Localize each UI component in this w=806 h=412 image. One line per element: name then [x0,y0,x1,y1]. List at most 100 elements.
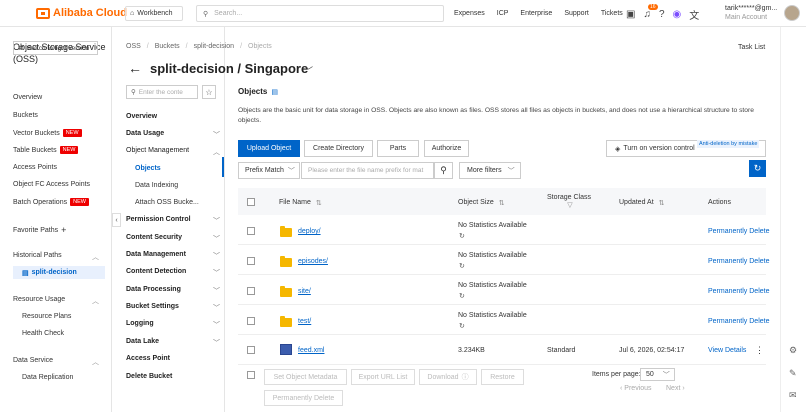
restore-button[interactable]: Restore [481,369,524,385]
permanently-delete-link[interactable]: Permanently Delete [708,288,769,295]
permanently-delete-button[interactable]: Permanently Delete [264,390,343,406]
file-name-link[interactable]: deploy/ [298,228,321,235]
sort-icon[interactable]: ⇅ [499,199,505,207]
chevron-down-icon[interactable]: ﹀ [213,251,220,261]
chevron-up-icon[interactable]: ︿ [92,296,99,306]
favorite-star-icon[interactable]: ☆ [202,85,216,99]
nav-delete-bucket[interactable]: Delete Bucket [126,373,172,380]
bell-icon[interactable]: ♫ [643,9,651,20]
permanently-delete-link[interactable]: Permanently Delete [708,318,769,325]
prefix-match-select[interactable]: Prefix Match ﹀ [238,162,300,179]
header-storage-class[interactable]: Storage Class ▽ [547,194,591,209]
doc-icon[interactable]: ▤ [271,88,278,96]
refresh-icon[interactable]: ↻ [459,262,465,270]
sidebar-item-health-check[interactable]: Health Check [22,330,64,337]
sidebar-item-table-buckets[interactable]: Table Buckets NEW [13,146,79,154]
sidebar-item-favorite-paths[interactable]: Favorite Paths + [13,225,66,235]
nav-enterprise[interactable]: Enterprise [520,10,552,17]
row-checkbox[interactable] [247,287,255,295]
row-checkbox[interactable] [247,317,255,325]
sort-icon[interactable]: ⇅ [316,199,322,207]
set-object-metadata-button[interactable]: Set Object Metadata [264,369,347,385]
export-url-list-button[interactable]: Export URL List [351,369,415,385]
nav-tickets[interactable]: Tickets [601,10,623,17]
nav-objects[interactable]: Objects [135,165,161,172]
chevron-down-icon[interactable]: ﹀ [213,338,220,348]
prefix-search-input[interactable]: Please enter the file name prefix for ma… [301,162,434,179]
breadcrumb-buckets[interactable]: Buckets [155,43,180,50]
refresh-icon[interactable]: ↻ [749,160,766,177]
sidebar-item-data-replication[interactable]: Data Replication [22,374,73,381]
megaphone-icon[interactable]: ✉ [789,390,797,401]
user-menu[interactable]: tarik******@gm... Main Account [725,4,777,22]
nav-logging[interactable]: Logging [126,320,154,327]
sidebar-item-resource-plans[interactable]: Resource Plans [22,313,71,320]
page-size-select[interactable]: 50 ﹀ [640,368,675,381]
nav-data-indexing[interactable]: Data Indexing [135,182,178,189]
ai-assistant-icon[interactable]: ◉ [673,9,682,20]
refresh-icon[interactable]: ↻ [459,232,465,240]
chevron-down-icon[interactable]: ﹀ [213,234,220,244]
sidebar-item-historical-paths[interactable]: Historical Paths [13,252,62,259]
file-name-link[interactable]: test/ [298,318,311,325]
brand-logo[interactable]: Alibaba Cloud [36,7,127,19]
breadcrumb-bucket[interactable]: split-decision [194,43,234,50]
nav-data-lake[interactable]: Data Lake [126,338,159,345]
chevron-up-icon[interactable]: ︿ [92,252,99,262]
search-icon[interactable]: ⚲ [434,162,453,179]
sidebar-item-buckets[interactable]: Buckets [13,112,38,119]
header-object-size[interactable]: Object Size ⇅ [458,199,505,207]
header-updated-at[interactable]: Updated At ⇅ [619,199,665,207]
chevron-down-icon[interactable]: ﹀ [213,130,220,140]
avatar[interactable] [784,5,800,21]
chevron-down-icon[interactable]: ﹀ [213,320,220,330]
help-icon[interactable]: ? [659,9,665,20]
sidebar-item-resource-usage[interactable]: Resource Usage [13,296,65,303]
create-directory-button[interactable]: Create Directory [304,140,373,157]
permanently-delete-link[interactable]: Permanently Delete [708,258,769,265]
refresh-icon[interactable]: ↻ [459,292,465,300]
nav-data-usage[interactable]: Data Usage [126,130,164,137]
terminal-icon[interactable]: ▣ [626,9,635,20]
file-name-link[interactable]: site/ [298,288,311,295]
chevron-up-icon[interactable]: ︿ [213,147,220,157]
sort-icon[interactable]: ⇅ [659,199,665,207]
nav-expenses[interactable]: Expenses [454,10,485,17]
row-checkbox[interactable] [247,257,255,265]
switch-light-version-button[interactable]: ⇄ Switch to light version [13,41,98,55]
download-button[interactable]: Download ⓘ [419,369,477,385]
view-details-link[interactable]: View Details [708,347,746,354]
select-all-checkbox[interactable] [247,198,255,206]
nav-content-detection[interactable]: Content Detection [126,268,186,275]
file-name-link[interactable]: feed.xml [298,347,324,354]
file-name-link[interactable]: episodes/ [298,258,328,265]
sidebar-item-access-points[interactable]: Access Points [13,164,57,171]
bucket-nav-filter-input[interactable]: ⚲ Enter the conte [126,85,198,99]
edit-icon[interactable]: ✎ [789,368,797,379]
plus-icon[interactable]: + [61,225,66,235]
chevron-down-icon[interactable]: ﹀ [213,268,220,278]
collapse-sidebar-chevron-left-icon[interactable]: ‹ [112,213,121,227]
previous-page-button[interactable]: ‹ Previous [620,385,652,392]
sidebar-item-data-service[interactable]: Data Service [13,357,53,364]
nav-access-point[interactable]: Access Point [126,355,170,362]
more-options-icon[interactable]: ⋮ [755,345,764,356]
permanently-delete-link[interactable]: Permanently Delete [708,228,769,235]
region-chevron-down-icon[interactable]: ﹀ [304,64,313,77]
next-page-button[interactable]: Next › [666,385,685,392]
sidebar-item-batch-operations[interactable]: Batch Operations NEW [13,198,89,206]
nav-data-processing[interactable]: Data Processing [126,286,181,293]
nav-icp[interactable]: ICP [497,10,509,17]
global-search-input[interactable]: ⚲ Search... [196,5,444,22]
nav-data-management[interactable]: Data Management [126,251,186,258]
task-list-link[interactable]: Task List [738,44,765,51]
chevron-down-icon[interactable]: ﹀ [213,216,220,226]
nav-content-security[interactable]: Content Security [126,234,182,241]
nav-support[interactable]: Support [564,10,589,17]
sidebar-item-vector-buckets[interactable]: Vector Buckets NEW [13,129,82,137]
back-arrow-icon[interactable]: ← [128,60,142,76]
row-checkbox[interactable] [247,227,255,235]
footer-select-all-checkbox[interactable] [247,371,255,379]
chevron-down-icon[interactable]: ﹀ [213,303,220,313]
workbench-button[interactable]: ⌂ Workbench [125,6,183,21]
